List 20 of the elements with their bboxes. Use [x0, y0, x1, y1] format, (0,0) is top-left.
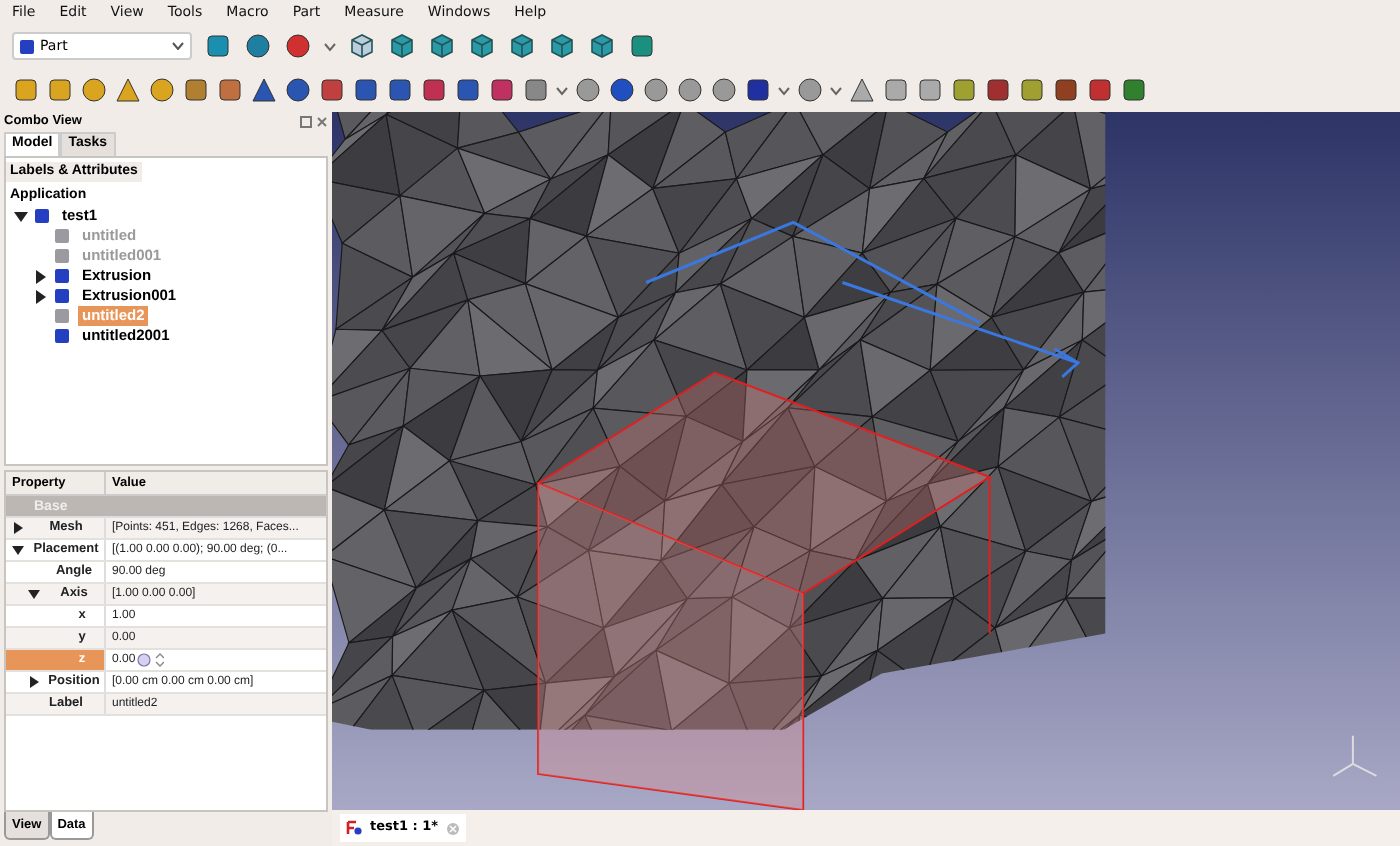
3d-viewport[interactable] [332, 112, 1400, 810]
sphere-icon[interactable] [80, 76, 108, 104]
caret-icon[interactable] [556, 85, 568, 95]
caret-icon [172, 42, 184, 50]
axis-triad-icon [1332, 734, 1378, 777]
float-icon[interactable] [300, 116, 312, 128]
spin-box-icon[interactable] [135, 652, 164, 668]
close-icon[interactable] [316, 116, 328, 128]
document-icon [346, 820, 362, 836]
collapsed-arrow-icon[interactable] [34, 269, 48, 283]
expanded-arrow-icon[interactable] [28, 588, 40, 600]
collapsed-arrow-icon[interactable] [34, 289, 48, 303]
caret-icon[interactable] [830, 85, 842, 95]
expanded-arrow-icon[interactable] [12, 544, 24, 556]
expanded-arrow-icon[interactable] [14, 209, 28, 223]
caret-icon[interactable] [324, 41, 336, 51]
caret-icon[interactable] [778, 85, 790, 95]
cone-icon[interactable] [114, 76, 142, 104]
collapsed-arrow-icon[interactable] [28, 676, 40, 688]
collapsed-arrow-icon[interactable] [12, 522, 24, 534]
